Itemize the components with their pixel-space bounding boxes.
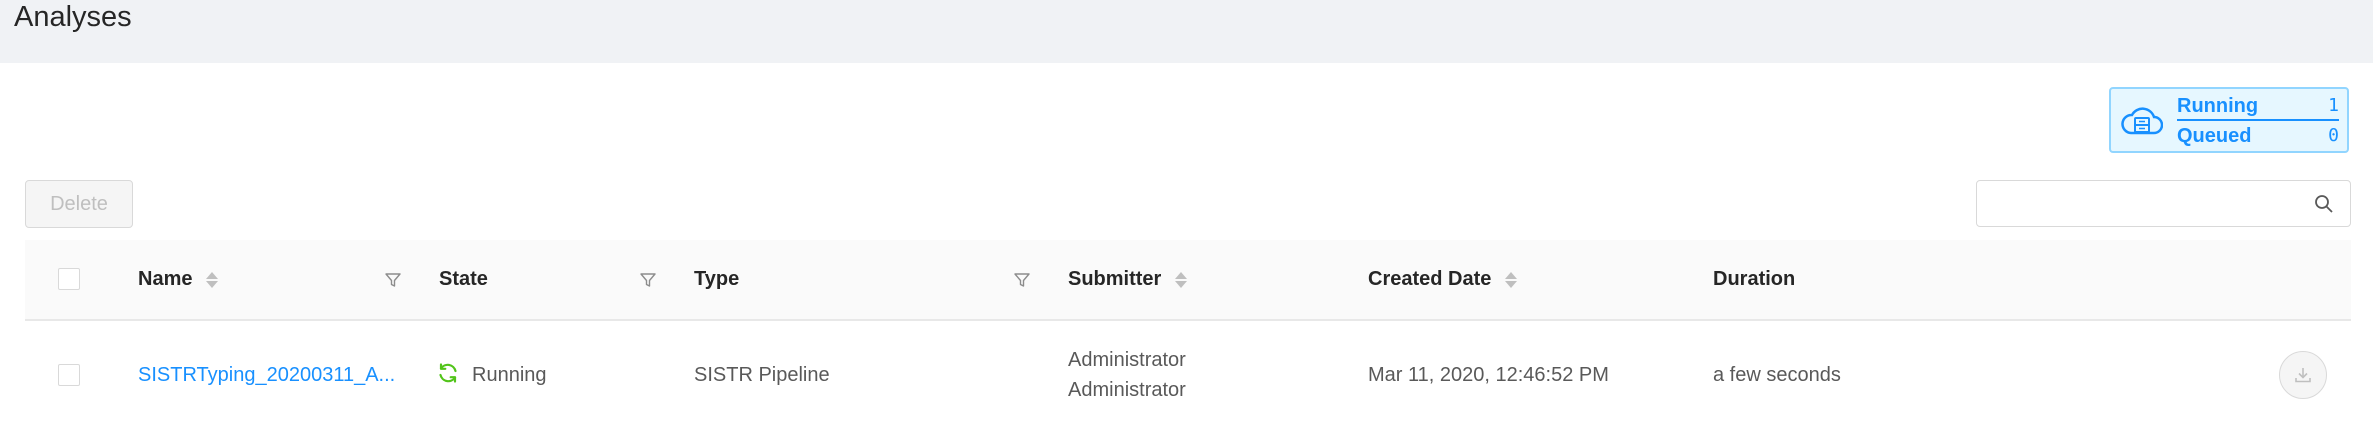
column-header-duration: Duration xyxy=(1713,240,1795,319)
queued-count-row: Queued 0 xyxy=(2177,121,2339,149)
column-header-type: Type xyxy=(694,240,739,319)
analysis-queue-status: Running 1 Queued 0 xyxy=(2109,87,2349,153)
column-header-name[interactable]: Name xyxy=(138,240,219,319)
column-submitter-label: Submitter xyxy=(1068,268,1162,290)
page-title: Analyses xyxy=(14,1,132,33)
column-type-label: Type xyxy=(694,268,740,290)
filter-icon[interactable] xyxy=(384,271,402,289)
column-header-submitter[interactable]: Submitter xyxy=(1068,240,1188,319)
filter-icon[interactable] xyxy=(639,271,657,289)
column-created-date-label: Created Date xyxy=(1368,268,1492,290)
filter-icon[interactable] xyxy=(1013,271,1031,289)
sort-icon[interactable] xyxy=(1175,270,1188,290)
select-all-checkbox[interactable] xyxy=(58,268,80,290)
sync-icon xyxy=(439,363,457,383)
submitter-first-name: Administrator xyxy=(1068,349,1186,371)
analysis-name-link[interactable]: SISTRTyping_20200311_A... xyxy=(138,360,395,390)
download-button[interactable] xyxy=(2279,351,2327,399)
running-count: 1 xyxy=(2328,95,2339,116)
search-box[interactable] xyxy=(1976,180,2351,227)
sort-icon[interactable] xyxy=(1505,270,1518,290)
cloud-server-icon xyxy=(2121,107,2163,135)
column-header-created-date[interactable]: Created Date xyxy=(1368,240,1518,319)
running-count-row: Running 1 xyxy=(2177,91,2339,121)
created-date-text: Mar 11, 2020, 12:46:52 PM xyxy=(1368,364,1609,386)
column-name-label: Name xyxy=(138,268,193,290)
search-icon[interactable] xyxy=(2314,194,2334,214)
duration-text: a few seconds xyxy=(1713,364,1841,386)
table-row: SISTRTyping_20200311_A... Running SISTR … xyxy=(25,321,2351,429)
table-header: Name State Type Submitter Created Date D… xyxy=(25,240,2351,321)
page-header: Analyses xyxy=(0,0,2373,63)
row-checkbox[interactable] xyxy=(58,364,80,386)
download-icon xyxy=(2295,368,2311,383)
state-text: Running xyxy=(472,364,547,386)
column-state-label: State xyxy=(439,268,488,290)
queued-count: 0 xyxy=(2328,125,2339,146)
queued-label: Queued xyxy=(2177,125,2252,147)
search-input[interactable] xyxy=(1987,189,2301,219)
delete-button[interactable]: Delete xyxy=(25,180,133,228)
submitter-last-name: Administrator xyxy=(1068,379,1186,401)
running-label: Running xyxy=(2177,95,2259,117)
sort-icon[interactable] xyxy=(206,270,219,290)
type-text: SISTR Pipeline xyxy=(694,364,830,386)
column-header-state: State xyxy=(439,240,488,319)
column-duration-label: Duration xyxy=(1713,268,1796,290)
